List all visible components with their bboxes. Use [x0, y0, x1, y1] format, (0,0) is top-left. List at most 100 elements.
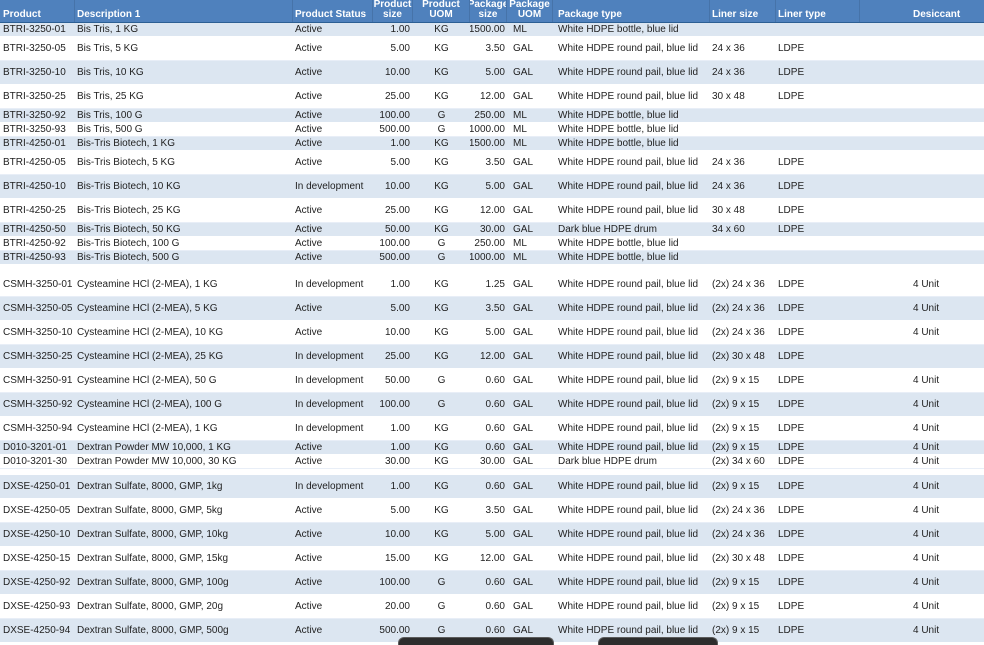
cell-product-size[interactable]: 500.00	[373, 251, 413, 264]
cell-liner-type[interactable]	[776, 109, 860, 122]
cell-liner-type[interactable]: LDPE	[776, 393, 860, 416]
cell-package-uom[interactable]: GAL	[507, 417, 553, 440]
cell-product[interactable]: DXSE-4250-15	[0, 547, 75, 570]
cell-desiccant[interactable]: 4 Unit	[860, 475, 984, 498]
cell-liner-size[interactable]: (2x) 24 x 36	[710, 273, 776, 296]
cell-package-uom[interactable]: GAL	[507, 37, 553, 60]
cell-description[interactable]: Cysteamine HCl (2-MEA), 1 KG	[75, 417, 293, 440]
cell-product-size[interactable]: 1.00	[373, 417, 413, 440]
cell-desiccant[interactable]	[860, 175, 984, 198]
cell-package-type[interactable]: White HDPE round pail, blue lid	[553, 475, 710, 498]
cell-package-type[interactable]: White HDPE round pail, blue lid	[553, 273, 710, 296]
cell-product-size[interactable]: 1.00	[373, 273, 413, 296]
cell-package-size[interactable]: 250.00	[470, 237, 507, 250]
cell-status[interactable]: Active	[293, 571, 373, 594]
cell-product[interactable]: DXSE-4250-05	[0, 499, 75, 522]
cell-description[interactable]: Bis-Tris Biotech, 25 KG	[75, 199, 293, 222]
cell-status[interactable]: Active	[293, 137, 373, 150]
cell-desiccant[interactable]: 4 Unit	[860, 547, 984, 570]
cell-product[interactable]: BTRI-4250-05	[0, 151, 75, 174]
cell-package-size[interactable]: 1500.00	[470, 137, 507, 150]
cell-product-uom[interactable]: KG	[413, 297, 470, 320]
cell-liner-type[interactable]: LDPE	[776, 61, 860, 84]
cell-desiccant[interactable]	[860, 199, 984, 222]
cell-product[interactable]: D010-3201-30	[0, 455, 75, 468]
cell-liner-type[interactable]	[776, 237, 860, 250]
cell-description[interactable]: Cysteamine HCl (2-MEA), 25 KG	[75, 345, 293, 368]
cell-liner-size[interactable]: 24 x 36	[710, 61, 776, 84]
cell-description[interactable]: Cysteamine HCl (2-MEA), 1 KG	[75, 273, 293, 296]
cell-package-type[interactable]: White HDPE round pail, blue lid	[553, 175, 710, 198]
cell-desiccant[interactable]: 4 Unit	[860, 595, 984, 618]
cell-liner-size[interactable]	[710, 251, 776, 264]
cell-package-size[interactable]: 5.00	[470, 523, 507, 546]
table-row[interactable]: BTRI-4250-10 Bis-Tris Biotech, 10 KG In …	[0, 175, 984, 199]
column-header-desiccant[interactable]: Desiccant	[860, 0, 984, 22]
cell-desiccant[interactable]: 4 Unit	[860, 369, 984, 392]
cell-description[interactable]: Dextran Sulfate, 8000, GMP, 20g	[75, 595, 293, 618]
cell-description[interactable]: Dextran Sulfate, 8000, GMP, 1kg	[75, 475, 293, 498]
cell-description[interactable]: Bis-Tris Biotech, 10 KG	[75, 175, 293, 198]
cell-package-type[interactable]: White HDPE round pail, blue lid	[553, 523, 710, 546]
cell-description[interactable]: Dextran Sulfate, 8000, GMP, 100g	[75, 571, 293, 594]
cell-product-uom[interactable]: KG	[413, 523, 470, 546]
cell-package-size[interactable]: 3.50	[470, 37, 507, 60]
cell-package-uom[interactable]: GAL	[507, 199, 553, 222]
cell-product[interactable]: DXSE-4250-01	[0, 475, 75, 498]
cell-status[interactable]: Active	[293, 237, 373, 250]
cell-product-uom[interactable]: KG	[413, 273, 470, 296]
table-row[interactable]: DXSE-4250-93 Dextran Sulfate, 8000, GMP,…	[0, 595, 984, 619]
table-row[interactable]: DXSE-4250-01 Dextran Sulfate, 8000, GMP,…	[0, 475, 984, 499]
cell-product[interactable]: D010-3201-01	[0, 441, 75, 454]
cell-liner-type[interactable]: LDPE	[776, 369, 860, 392]
cell-liner-size[interactable]: 30 x 48	[710, 85, 776, 108]
cell-product-uom[interactable]: G	[413, 595, 470, 618]
cell-product-uom[interactable]: G	[413, 237, 470, 250]
table-row[interactable]: CSMH-3250-25 Cysteamine HCl (2-MEA), 25 …	[0, 345, 984, 369]
cell-product-size[interactable]: 15.00	[373, 547, 413, 570]
cell-desiccant[interactable]	[860, 151, 984, 174]
cell-desiccant[interactable]	[860, 85, 984, 108]
cell-status[interactable]: Active	[293, 23, 373, 36]
cell-product-size[interactable]: 500.00	[373, 123, 413, 136]
cell-status[interactable]: Active	[293, 251, 373, 264]
cell-product-size[interactable]: 5.00	[373, 499, 413, 522]
cell-status[interactable]: In development	[293, 273, 373, 296]
cell-package-uom[interactable]: GAL	[507, 151, 553, 174]
cell-product-uom[interactable]: KG	[413, 499, 470, 522]
cell-desiccant[interactable]: 4 Unit	[860, 417, 984, 440]
cell-liner-size[interactable]: (2x) 9 x 15	[710, 571, 776, 594]
cell-product[interactable]: DXSE-4250-10	[0, 523, 75, 546]
cell-description[interactable]: Cysteamine HCl (2-MEA), 10 KG	[75, 321, 293, 344]
cell-desiccant[interactable]	[860, 23, 984, 36]
cell-package-size[interactable]: 0.60	[470, 475, 507, 498]
cell-description[interactable]: Bis Tris, 5 KG	[75, 37, 293, 60]
cell-description[interactable]: Bis Tris, 25 KG	[75, 85, 293, 108]
cell-desiccant[interactable]	[860, 237, 984, 250]
column-header-product_uom[interactable]: ProductUOM	[413, 0, 470, 22]
cell-liner-size[interactable]: (2x) 9 x 15	[710, 475, 776, 498]
cell-product-size[interactable]: 100.00	[373, 393, 413, 416]
cell-product-uom[interactable]: G	[413, 123, 470, 136]
cell-package-size[interactable]: 30.00	[470, 223, 507, 236]
cell-liner-type[interactable]: LDPE	[776, 223, 860, 236]
cell-package-uom[interactable]: GAL	[507, 393, 553, 416]
cell-liner-type[interactable]: LDPE	[776, 345, 860, 368]
cell-liner-type[interactable]: LDPE	[776, 499, 860, 522]
cell-package-uom[interactable]: ML	[507, 251, 553, 264]
cell-liner-type[interactable]: LDPE	[776, 273, 860, 296]
cell-product[interactable]: BTRI-4250-50	[0, 223, 75, 236]
cell-liner-type[interactable]: LDPE	[776, 85, 860, 108]
table-row[interactable]: DXSE-4250-92 Dextran Sulfate, 8000, GMP,…	[0, 571, 984, 595]
cell-product-uom[interactable]: KG	[413, 345, 470, 368]
cell-liner-type[interactable]: LDPE	[776, 297, 860, 320]
table-row[interactable]: DXSE-4250-05 Dextran Sulfate, 8000, GMP,…	[0, 499, 984, 523]
cell-package-uom[interactable]: GAL	[507, 297, 553, 320]
cell-package-size[interactable]: 0.60	[470, 393, 507, 416]
cell-product[interactable]: BTRI-3250-10	[0, 61, 75, 84]
cell-product-size[interactable]: 30.00	[373, 455, 413, 468]
bottom-button-right[interactable]	[598, 637, 718, 645]
cell-description[interactable]: Dextran Sulfate, 8000, GMP, 15kg	[75, 547, 293, 570]
cell-product-uom[interactable]: KG	[413, 475, 470, 498]
cell-desiccant[interactable]: 4 Unit	[860, 297, 984, 320]
